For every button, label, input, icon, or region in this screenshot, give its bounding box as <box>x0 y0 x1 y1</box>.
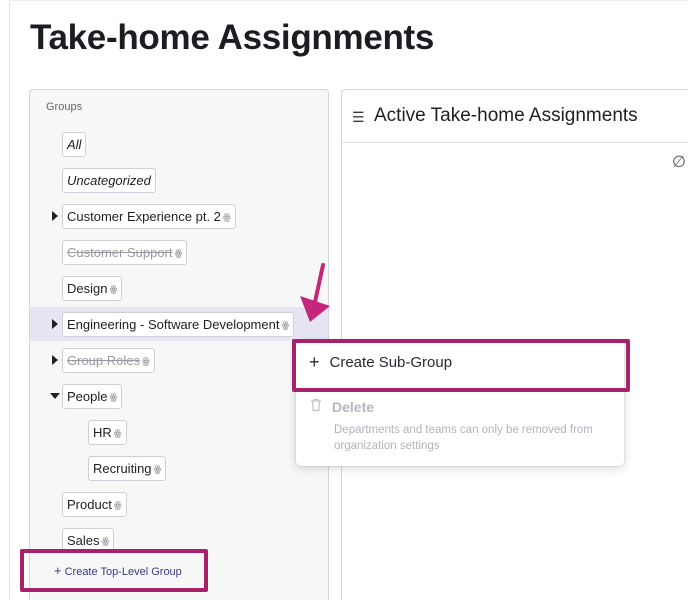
expand-caret-icon[interactable] <box>52 355 58 365</box>
delete-label: Delete <box>332 399 375 415</box>
group-row-recruiting: Recruiting ꙮ <box>30 451 328 485</box>
group-chip-design[interactable]: Design ꙮ <box>62 276 123 301</box>
group-row-customer-experience: Customer Experience pt. 2ꙮ <box>30 199 328 233</box>
highlight-create-top-level <box>20 549 208 592</box>
group-chip-customer-experience[interactable]: Customer Experience pt. 2ꙮ <box>62 204 236 229</box>
assignments-title: Active Take-home Assignments <box>374 105 638 126</box>
group-chip-group-roles[interactable]: Group Roles ꙮ <box>62 348 155 373</box>
empty-set-icon: ∅ <box>672 154 686 171</box>
group-chip-all[interactable]: All <box>62 132 87 157</box>
team-icon: ꙮ <box>281 320 290 330</box>
expand-caret-icon[interactable] <box>52 319 58 329</box>
collapse-caret-icon[interactable] <box>50 393 60 399</box>
group-chip-product[interactable]: Product ꙮ <box>62 492 127 517</box>
team-icon: ꙮ <box>113 500 122 510</box>
group-chip-uncategorized[interactable]: Uncategorized <box>62 168 156 193</box>
team-icon: ꙮ <box>113 428 122 438</box>
list-icon: ☰ <box>352 109 365 125</box>
annotation-arrow-icon <box>300 263 330 322</box>
page-title: Take-home Assignments <box>30 18 435 57</box>
group-row-uncategorized: Uncategorized <box>30 163 328 197</box>
page-edge-top <box>9 0 688 1</box>
assignments-divider <box>342 142 688 143</box>
group-chip-engineering[interactable]: Engineering - Software Development ꙮ <box>62 312 295 337</box>
delete-menu-item: Delete <box>310 398 374 415</box>
team-icon: ꙮ <box>109 284 118 294</box>
group-row-people: People ꙮ <box>30 379 328 413</box>
team-icon: ꙮ <box>174 248 183 258</box>
team-icon: ꙮ <box>109 392 118 402</box>
group-row-customer-support: Customer Support ꙮ <box>30 235 328 269</box>
group-chip-hr[interactable]: HR ꙮ <box>88 420 127 445</box>
group-chip-people[interactable]: People ꙮ <box>62 384 123 409</box>
highlight-create-sub-group <box>292 339 630 392</box>
trash-icon <box>310 398 322 415</box>
group-chip-customer-support[interactable]: Customer Support ꙮ <box>62 240 188 265</box>
group-row-all: All <box>30 127 328 161</box>
group-row-design: Design ꙮ <box>30 271 328 305</box>
expand-caret-icon[interactable] <box>52 211 58 221</box>
team-icon: ꙮ <box>222 212 231 222</box>
group-row-engineering: Engineering - Software Development ꙮ <box>30 307 328 341</box>
groups-heading: Groups <box>46 101 83 113</box>
group-chip-recruiting[interactable]: Recruiting ꙮ <box>88 456 167 481</box>
page-edge-left <box>9 0 10 600</box>
team-icon: ꙮ <box>141 356 150 366</box>
group-row-group-roles: Group Roles ꙮ <box>30 343 328 377</box>
delete-note: Departments and teams can only be remove… <box>334 424 593 452</box>
group-row-hr: HR ꙮ <box>30 415 328 449</box>
team-icon: ꙮ <box>153 464 162 474</box>
group-row-product: Product ꙮ <box>30 487 328 521</box>
